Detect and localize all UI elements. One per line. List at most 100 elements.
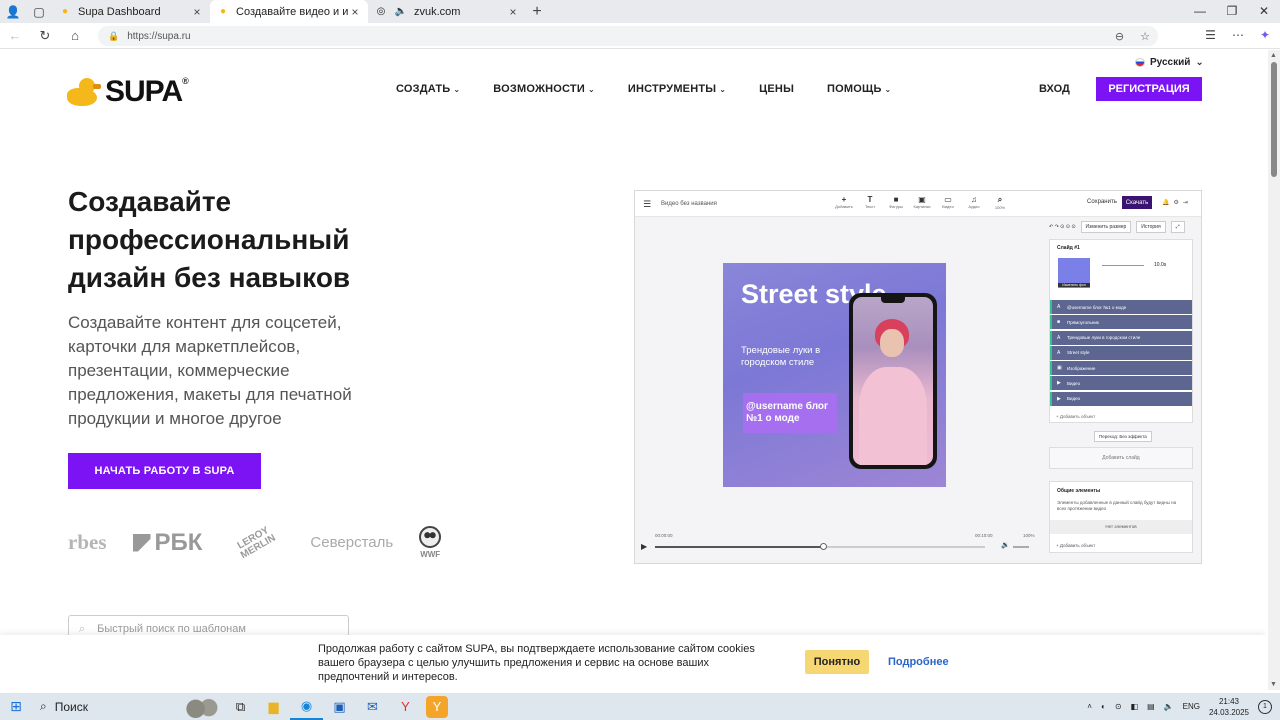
close-tab-icon[interactable]: × xyxy=(506,5,520,19)
profile-icon[interactable]: 👤 xyxy=(0,0,26,23)
favorites-icon[interactable]: ☰ xyxy=(1205,28,1216,42)
no-elements-label: Нет элементов xyxy=(1050,520,1192,534)
editor-tool: + Добавить xyxy=(835,195,853,209)
tab-actions-icon[interactable]: ▢ xyxy=(26,0,52,23)
nav-label: ЦЕНЫ xyxy=(759,83,795,95)
layer-item: A @username блог №1 о моде xyxy=(1050,300,1192,314)
nav-help[interactable]: ПОМОЩЬ ⌄ xyxy=(827,83,891,95)
nav-tools[interactable]: ИНСТРУМЕНТЫ ⌄ xyxy=(628,83,726,95)
add-object-label: + Добавить объект xyxy=(1056,414,1096,419)
notification-badge[interactable]: 1 xyxy=(1258,699,1272,714)
maximize-icon[interactable]: ❐ xyxy=(1216,0,1248,23)
editor-topbar: ☰ Видео без названия + Добавить T Текст ■ Ф… xyxy=(635,191,1201,217)
slide-panel: Слайд #1 Изменить фон 10.0s A @username б… xyxy=(1049,239,1193,423)
tab-title: Создавайте видео и изображения xyxy=(236,5,348,18)
window-controls: — ❐ ✕ xyxy=(1184,0,1280,23)
scroll-up-icon[interactable]: ▲ xyxy=(1270,52,1277,59)
close-tab-icon[interactable]: × xyxy=(348,5,362,19)
time-start: 00:00:00 xyxy=(655,533,673,538)
copilot-icon[interactable]: ✦ xyxy=(1260,28,1270,42)
task-view-icon[interactable]: ⧉ xyxy=(224,693,257,720)
layer-item: ▶ Видео xyxy=(1050,376,1192,391)
reload-icon[interactable]: ↻ xyxy=(30,28,60,44)
play-icon: ▶ xyxy=(641,542,648,551)
cookie-accept-button[interactable]: Понятно xyxy=(805,650,869,674)
edge-icon[interactable]: ◉ xyxy=(290,693,323,720)
cookie-banner: Продолжая работу с сайтом SUPA, вы подтв… xyxy=(0,635,1266,690)
timeline-track xyxy=(655,543,985,550)
editor-download: Скачать xyxy=(1122,196,1152,209)
minimize-icon[interactable]: — xyxy=(1184,0,1216,23)
common-elements-desc: Элементы добавленные в данный слайд буду… xyxy=(1057,500,1177,511)
tray-arrow-icon[interactable]: ˄ xyxy=(1087,702,1092,711)
nav-prices[interactable]: ЦЕНЫ xyxy=(759,83,794,95)
login-link[interactable]: ВХОД xyxy=(1039,83,1070,95)
browser-tab-bar: 👤 ▢ ● Supa Dashboard × ● Создавайте виде… xyxy=(0,0,1280,23)
clock-date: 24.03.2025 xyxy=(1208,707,1249,717)
favorite-star-icon[interactable]: ☆ xyxy=(1140,30,1150,43)
home-icon[interactable]: ⌂ xyxy=(60,28,90,43)
language-indicator[interactable]: ENG xyxy=(1183,702,1200,711)
network-icon[interactable]: ▤ xyxy=(1147,702,1155,711)
scroll-down-icon[interactable]: ▼ xyxy=(1270,681,1277,688)
clock[interactable]: 21:43 24.03.2025 xyxy=(1209,696,1249,718)
cookie-more-link[interactable]: Подробнее xyxy=(888,656,949,668)
zvuk-icon: ◎ xyxy=(376,6,386,17)
close-tab-icon[interactable]: × xyxy=(190,5,204,19)
layer-item: ■ Прямоугольник xyxy=(1050,315,1192,330)
taskbar-search[interactable]: ⌕ Поиск xyxy=(32,693,224,720)
store-icon[interactable]: ▣ xyxy=(323,693,356,720)
nav-label: ПОМОЩЬ xyxy=(827,83,882,95)
yandex-icon[interactable]: Y xyxy=(389,693,422,720)
nav-create[interactable]: СОЗДАТЬ ⌄ xyxy=(396,83,460,95)
address-bar-row: ← ↻ ⌂ 🔒 https://supa.ru ⊖ ☆ ☰ ⋯ ✦ xyxy=(0,23,1280,49)
transition-label: Переход: Без эффекта xyxy=(1094,431,1152,442)
volume-icon[interactable]: 🔈 xyxy=(1164,702,1174,711)
read-aloud-icon[interactable]: ⊖ xyxy=(1115,30,1124,43)
tab-supa-dashboard[interactable]: ● Supa Dashboard × xyxy=(52,0,210,23)
duck-icon: ● xyxy=(61,6,69,17)
tab-supa-create[interactable]: ● Создавайте видео и изображения × xyxy=(210,0,368,23)
editor-project-name: Видео без названия xyxy=(661,201,717,207)
chevron-down-icon: ⌄ xyxy=(453,85,461,94)
more-menu-icon[interactable]: ⋯ xyxy=(1232,28,1244,42)
tray-app-icon[interactable]: ◐ xyxy=(1101,702,1106,711)
tab-zvuk[interactable]: ◎ 🔈 zvuk.com × xyxy=(368,0,526,23)
partner-logos: rbes РБК LEROY MERLIN Северсталь WWF xyxy=(68,520,468,565)
severstal-logo: Северсталь xyxy=(310,534,394,551)
scrollbar-thumb[interactable] xyxy=(1271,62,1277,177)
change-bg-label: Изменить фон xyxy=(1058,283,1090,287)
rbc-logo: РБК xyxy=(132,529,202,557)
supa-logo[interactable]: SUPA ® xyxy=(67,75,189,109)
register-button[interactable]: РЕГИСТРАЦИЯ xyxy=(1096,77,1202,101)
language-selector[interactable]: Русский ⌄ xyxy=(1135,57,1204,68)
outlook-icon[interactable]: ✉ xyxy=(356,693,389,720)
layer-item: ▶ Видео xyxy=(1050,391,1192,406)
editor-tool: ♫ Аудио xyxy=(968,195,980,209)
nav-features[interactable]: ВОЗМОЖНОСТИ ⌄ xyxy=(493,83,595,95)
volume-percent: 100% xyxy=(1023,533,1035,538)
file-explorer-icon[interactable]: ▆ xyxy=(257,693,290,720)
close-window-icon[interactable]: ✕ xyxy=(1248,0,1280,23)
back-icon[interactable]: ← xyxy=(0,28,30,43)
new-tab-icon[interactable]: + xyxy=(526,3,548,21)
chevron-down-icon: ⌄ xyxy=(1195,57,1204,68)
editor-save: Сохранить xyxy=(1087,199,1117,205)
search-icon: ⌕ xyxy=(40,699,47,713)
slide-duration: 10.0s xyxy=(1154,262,1167,268)
clock-time: 21:43 xyxy=(1218,696,1239,706)
leroy-merlin-logo: LEROY MERLIN xyxy=(235,524,279,561)
common-elements-title: Общие элементы xyxy=(1057,488,1101,494)
canvas-subline: Трендовые луки в городском стиле xyxy=(741,345,821,368)
search-placeholder: Быстрый поиск по шаблонам xyxy=(97,623,246,635)
url-field[interactable]: 🔒 https://supa.ru ⊖ ☆ xyxy=(98,26,1158,46)
hamburger-icon: ☰ xyxy=(643,199,652,209)
tray-app-icon[interactable]: ◧ xyxy=(1131,702,1139,711)
start-button[interactable]: НАЧАТЬ РАБОТУ В SUPA xyxy=(68,453,261,489)
nav-label: ВОЗМОЖНОСТИ xyxy=(493,83,585,95)
forbes-logo: rbes xyxy=(68,530,107,554)
yandex-browser-icon[interactable]: Y xyxy=(426,695,448,718)
windows-start-icon[interactable]: ⊞ xyxy=(0,698,32,715)
page-scrollbar[interactable]: ▲ ▼ xyxy=(1268,50,1280,690)
tray-app-icon[interactable]: ⊙ xyxy=(1115,702,1122,711)
